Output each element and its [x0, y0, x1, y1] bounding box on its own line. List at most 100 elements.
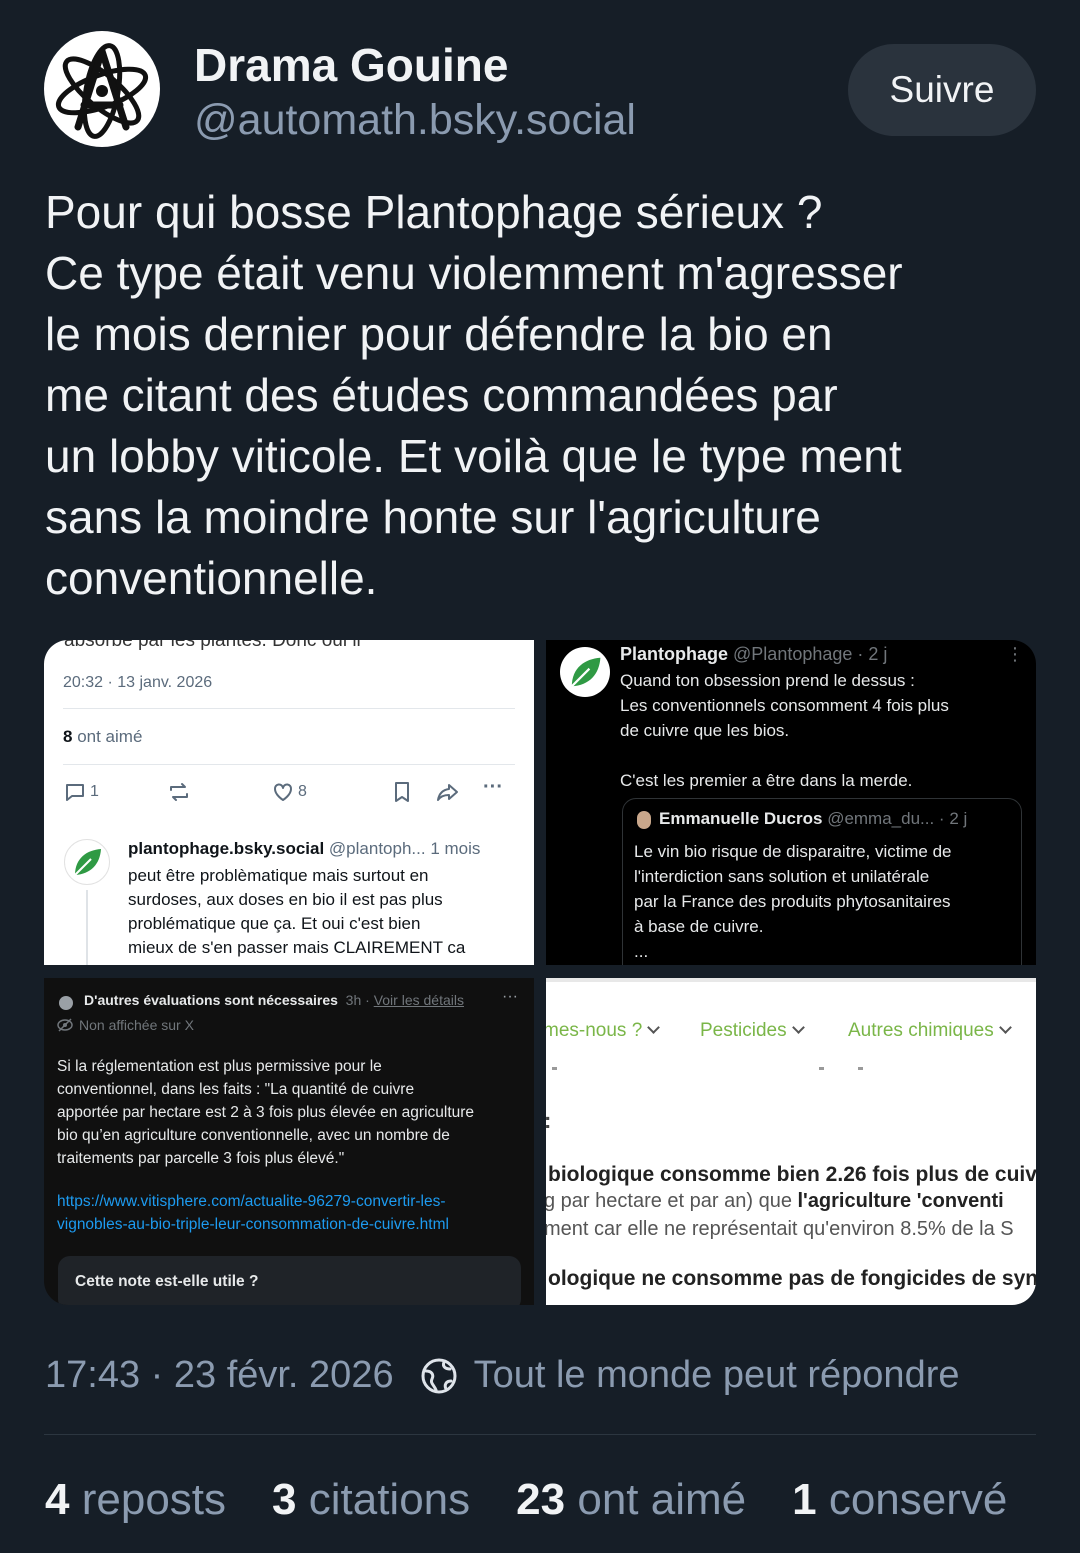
note-link-line: https://www.vitisphere.com/actualite-962…	[57, 1193, 446, 1210]
note-helpful-box: Cette note est-elle utile ?	[58, 1256, 521, 1305]
divider	[63, 708, 515, 709]
post-text-line: conventionnelle.	[45, 552, 378, 604]
likes-summary: 8 ont aimé	[63, 727, 142, 747]
leaf-icon	[74, 849, 101, 876]
tweet-header: Plantophage @Plantophage · 2 j	[620, 644, 887, 665]
reply-line: surdoses, aux doses en bio il est pas pl…	[128, 890, 443, 909]
author-avatar[interactable]	[44, 31, 160, 147]
reposts-count: 4	[45, 1475, 70, 1524]
thread-line	[86, 890, 88, 965]
like-action: 8	[271, 780, 307, 804]
reply-setting[interactable]: Tout le monde peut répondre	[474, 1354, 960, 1397]
more-icon: ···	[502, 988, 518, 1005]
tweet-author-handle: @Plantophage · 2 j	[733, 644, 888, 664]
article-nav-item: Autres chimiques	[848, 1020, 1012, 1042]
article-text: g par hectare et par an) que	[546, 1190, 798, 1212]
faint-mark	[552, 1067, 557, 1070]
plantophage-avatar	[560, 647, 610, 697]
more-icon: ···	[483, 776, 503, 798]
media-image-1[interactable]: absorbé par les plantes. Donc oui il 20:…	[44, 640, 534, 965]
article-line: biologique consomme bien 2.26 fois plus …	[548, 1163, 1036, 1187]
note-details-link: Voir les détails	[373, 992, 464, 1008]
article-top-border	[546, 978, 1036, 982]
follow-button[interactable]: Suivre	[848, 44, 1036, 136]
post-text-line: Pour qui bosse Plantophage sérieux ?	[45, 186, 823, 238]
heart-icon	[274, 783, 292, 801]
tweet-line	[620, 743, 1030, 768]
reply-setting-icon	[420, 1357, 458, 1395]
likes-stat[interactable]: 23 ont aimé	[516, 1475, 746, 1525]
hidden-eye-icon	[57, 1018, 73, 1032]
post-timestamp: 20:32 · 13 janv. 2026	[63, 674, 213, 691]
more-icon: ⋮	[1006, 644, 1024, 664]
tweet-line: de cuivre que les bios.	[620, 721, 790, 740]
media-image-4[interactable]: mes-nous ? Pesticides Autres chimiques :…	[546, 978, 1036, 1305]
post-text-line: le mois dernier pour défendre la bio en	[45, 308, 833, 360]
media-grid: absorbé par les plantes. Donc oui il 20:…	[44, 640, 1036, 1305]
note-title: D'autres évaluations sont nécessaires	[84, 992, 338, 1008]
media-image-2[interactable]: Plantophage @Plantophage · 2 j ⋮ Quand t…	[546, 640, 1036, 965]
post-datetime: 17:43 · 23 févr. 2026	[45, 1354, 394, 1396]
quoted-tweet: Emmanuelle Ducros @emma_du... · 2 j Le v…	[622, 798, 1022, 965]
chevron-down-icon	[998, 1021, 1012, 1034]
quote-line: l'interdiction sans solution et unilatér…	[634, 867, 930, 886]
post-stats: 4 reposts 3 citations 23 ont aimé 1 cons…	[45, 1475, 1007, 1525]
note-status-icon	[59, 996, 73, 1010]
author-name[interactable]: Drama Gouine	[194, 38, 508, 92]
note-line: apportée par hectare est 2 à 3 fois plus…	[57, 1104, 475, 1121]
article-nav-item: Pesticides	[700, 1020, 805, 1042]
chevron-down-icon	[791, 1021, 805, 1034]
comment-icon	[66, 784, 84, 801]
share-action	[435, 780, 461, 804]
quotes-count: 3	[272, 1475, 297, 1524]
article-line: ment car elle ne représentait qu'environ…	[546, 1218, 1014, 1240]
post-text: Pour qui bosse Plantophage sérieux ? Ce …	[45, 182, 1045, 609]
saves-count: 1	[792, 1475, 817, 1524]
reply-action: 1	[63, 780, 99, 804]
media-image-3[interactable]: D'autres évaluations sont nécessaires 3h…	[44, 978, 534, 1305]
chevron-down-icon	[647, 1021, 661, 1034]
faint-mark	[858, 1067, 863, 1070]
like-count: 8	[298, 783, 307, 800]
atom-logo-icon	[45, 32, 159, 146]
article-colon: :	[546, 1108, 551, 1134]
quotes-stat[interactable]: 3 citations	[272, 1475, 470, 1525]
divider	[63, 764, 515, 765]
saves-stat[interactable]: 1 conservé	[792, 1475, 1007, 1525]
tweet-line: Les conventionnels consomment 4 fois plu…	[620, 696, 949, 715]
reply-author-handle: @plantoph...	[328, 839, 426, 858]
reply-line: problématique que ça. Et oui c'est bien	[128, 914, 421, 933]
reposts-stat[interactable]: 4 reposts	[45, 1475, 226, 1525]
plantophage-avatar	[64, 839, 110, 885]
faint-mark	[819, 1067, 824, 1070]
article-line: g par hectare et par an) que l'agricultu…	[546, 1190, 1004, 1213]
reply-count: 1	[90, 783, 99, 800]
likes-count: 8	[63, 727, 73, 746]
share-icon	[437, 784, 458, 801]
quote-author-handle: @emma_du... · 2 j	[827, 809, 968, 828]
leaf-icon	[571, 657, 601, 688]
article-nav-label: Pesticides	[700, 1020, 787, 1041]
article-line: ologique ne consomme pas de fongicides d…	[548, 1267, 1036, 1290]
article-nav-item: mes-nous ?	[546, 1020, 661, 1042]
tweet-body: Quand ton obsession prend le dessus : Le…	[620, 668, 1030, 793]
reposts-label: reposts	[81, 1475, 227, 1524]
article-nav-label: Autres chimiques	[848, 1020, 994, 1041]
note-subtitle: Non affichée sur X	[57, 1017, 194, 1033]
note-header: D'autres évaluations sont nécessaires 3h…	[84, 992, 464, 1008]
post-text-line: un lobby viticole. Et voilà que le type …	[45, 430, 902, 482]
quote-line: Le vin bio risque de disparaitre, victim…	[634, 842, 952, 861]
quote-line: à base de cuivre.	[634, 917, 764, 936]
note-line: bio qu’en agriculture conventionnelle, a…	[57, 1127, 450, 1144]
post-text-line: sans la moindre honte sur l'agriculture	[45, 491, 821, 543]
quote-header: Emmanuelle Ducros @emma_du... · 2 j	[637, 809, 967, 829]
likes-count: 23	[516, 1475, 566, 1524]
article-nav-label: mes-nous ?	[546, 1020, 643, 1041]
quotes-label: citations	[308, 1475, 471, 1524]
reply-body: peut être problèmatique mais surtout en …	[128, 864, 528, 960]
article-bold-text: l'agriculture 'conventi	[797, 1190, 1004, 1212]
cut-text: absorbé par les plantes. Donc oui il	[64, 640, 361, 651]
post-meta: 17:43 · 23 févr. 2026 Tout le monde peut…	[45, 1354, 960, 1397]
author-handle[interactable]: @automath.bsky.social	[194, 96, 636, 145]
note-body: Si la réglementation est plus permissive…	[57, 1055, 527, 1170]
